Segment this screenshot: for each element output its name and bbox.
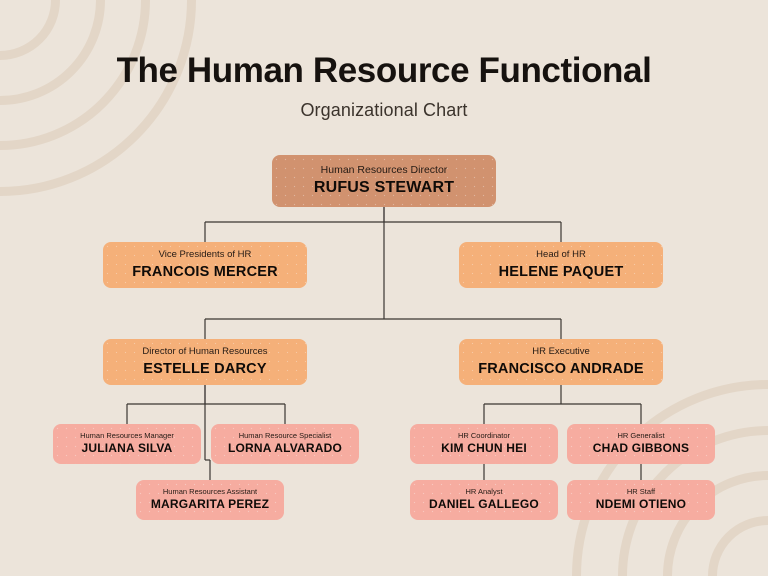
org-node-name: ESTELLE DARCY — [143, 360, 267, 377]
org-node-role: HR Analyst — [465, 486, 503, 496]
org-node-name: MARGARITA PEREZ — [150, 497, 270, 512]
org-node-director[interactable]: Director of Human Resources ESTELLE DARCY — [103, 339, 307, 385]
org-node-name: LORNA ALVARADO — [227, 441, 343, 456]
org-node-role: Human Resources Assistant — [162, 486, 258, 496]
org-node-name: DANIEL GALLEGO — [429, 497, 539, 512]
org-node-role: HR Coordinator — [457, 430, 511, 440]
org-node-specialist[interactable]: Human Resource Specialist LORNA ALVARADO — [211, 424, 359, 464]
org-node-name: HELENE PAQUET — [498, 263, 624, 280]
page-title: The Human Resource Functional — [116, 51, 652, 90]
org-node-name: FRANCISCO ANDRADE — [478, 360, 644, 377]
org-node-executive[interactable]: HR Executive FRANCISCO ANDRADE — [459, 339, 663, 385]
org-node-name: FRANCOIS MERCER — [132, 263, 278, 280]
org-node-manager[interactable]: Human Resources Manager JULIANA SILVA — [53, 424, 201, 464]
org-node-role: Director of Human Resources — [142, 345, 268, 357]
org-node-analyst[interactable]: HR Analyst DANIEL GALLEGO — [410, 480, 558, 520]
org-node-role: Human Resource Specialist — [238, 430, 332, 440]
org-node-role: Human Resources Director — [320, 164, 448, 177]
org-node-role: Head of HR — [536, 248, 586, 260]
org-node-role: Vice Presidents of HR — [158, 248, 252, 260]
org-node-head[interactable]: Head of HR HELENE PAQUET — [459, 242, 663, 288]
org-node-role: HR Staff — [626, 486, 656, 496]
page-subtitle: Organizational Chart — [300, 99, 468, 120]
org-node-name: KIM CHUN HEI — [441, 441, 527, 456]
org-node-role: Human Resources Manager — [80, 430, 174, 440]
org-node-name: CHAD GIBBONS — [592, 441, 690, 456]
org-node-root[interactable]: Human Resources Director RUFUS STEWART — [272, 155, 496, 207]
org-node-role: HR Executive — [532, 345, 590, 357]
org-node-staff[interactable]: HR Staff NDEMI OTIENO — [567, 480, 715, 520]
org-node-role: HR Generalist — [617, 430, 665, 440]
org-node-assistant[interactable]: Human Resources Assistant MARGARITA PEREZ — [136, 480, 284, 520]
chart-header: The Human Resource Functional Organizati… — [0, 51, 768, 121]
org-node-generalist[interactable]: HR Generalist CHAD GIBBONS — [567, 424, 715, 464]
org-node-name: RUFUS STEWART — [313, 179, 455, 197]
org-node-name: JULIANA SILVA — [81, 441, 173, 456]
org-node-name: NDEMI OTIENO — [595, 497, 687, 512]
org-node-vp[interactable]: Vice Presidents of HR FRANCOIS MERCER — [103, 242, 307, 288]
org-node-coordinator[interactable]: HR Coordinator KIM CHUN HEI — [410, 424, 558, 464]
